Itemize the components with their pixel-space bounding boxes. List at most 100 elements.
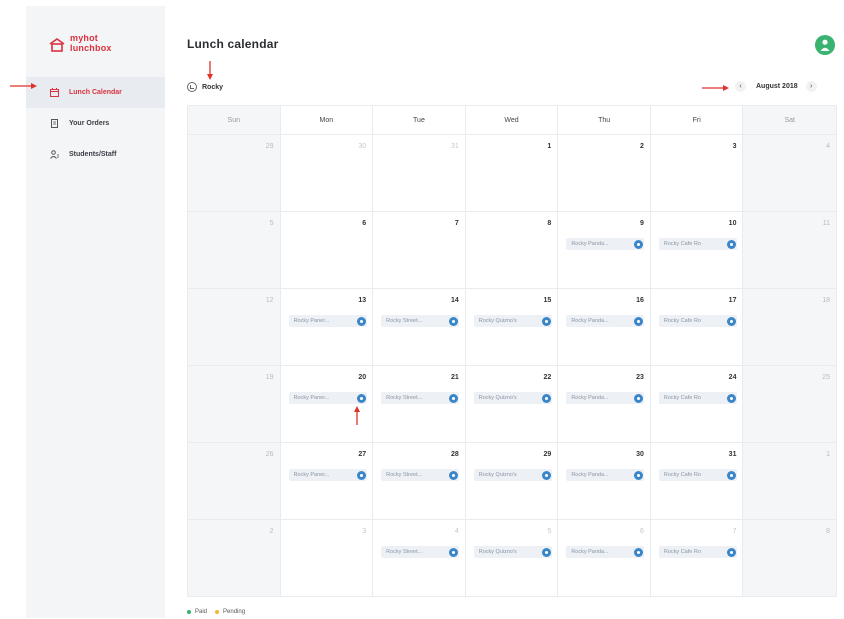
- calendar-day-cell[interactable]: 12: [188, 289, 281, 365]
- calendar-day-cell[interactable]: 22 Rocky Quizno's: [465, 366, 559, 442]
- lunch-order-chip[interactable]: Rocky Quizno's: [473, 469, 552, 481]
- lunch-order-chip[interactable]: Rocky Cafe Ro: [658, 315, 737, 327]
- order-status-icon[interactable]: [449, 547, 459, 557]
- lunch-order-chip[interactable]: Rocky Street...: [381, 469, 460, 481]
- calendar-day-cell[interactable]: 9 Rocky Panda...: [558, 212, 651, 288]
- sidebar-item-students-staff[interactable]: Students/Staff: [26, 139, 165, 170]
- child-selector[interactable]: Rocky: [187, 82, 223, 92]
- lunch-order-chip[interactable]: Rocky Panda...: [566, 238, 645, 250]
- calendar-day-cell[interactable]: 1: [743, 443, 837, 519]
- calendar-day-cell[interactable]: 26: [188, 443, 281, 519]
- lunch-order-chip[interactable]: Rocky Cafe Ro: [658, 546, 737, 558]
- lunch-order-chip[interactable]: Rocky Panda...: [566, 392, 645, 404]
- calendar-day-cell[interactable]: 30 Rocky Panda...: [558, 443, 651, 519]
- calendar-day-cell[interactable]: 8: [743, 520, 837, 596]
- order-status-icon[interactable]: [634, 547, 644, 557]
- day-number: 28: [450, 451, 459, 458]
- lunch-order-chip[interactable]: Rocky Panda...: [566, 469, 645, 481]
- calendar-day-cell[interactable]: 29 Rocky Quizno's: [465, 443, 559, 519]
- calendar-day-cell[interactable]: 6: [280, 212, 374, 288]
- order-status-icon[interactable]: [726, 239, 736, 249]
- lunch-order-chip[interactable]: Rocky Panda...: [566, 315, 645, 327]
- lunch-order-chip[interactable]: Rocky Cafe Ro: [658, 392, 737, 404]
- lunch-order-chip[interactable]: Rocky Paner...: [288, 392, 367, 404]
- calendar-day-cell[interactable]: 2: [558, 135, 651, 211]
- order-status-icon[interactable]: [541, 316, 551, 326]
- lunch-order-chip[interactable]: Rocky Street...: [381, 392, 460, 404]
- annotation-arrow-child: [207, 61, 213, 80]
- brand-logo[interactable]: myhot lunchbox: [48, 32, 138, 58]
- order-status-icon[interactable]: [726, 547, 736, 557]
- lunch-order-chip[interactable]: Rocky Street...: [381, 315, 460, 327]
- lunch-order-chip[interactable]: Rocky Quizno's: [473, 315, 552, 327]
- calendar-day-cell[interactable]: 7: [373, 212, 466, 288]
- calendar-day-cell[interactable]: 24 Rocky Cafe Ro: [650, 366, 744, 442]
- calendar-day-cell[interactable]: 30: [280, 135, 374, 211]
- lunch-order-chip[interactable]: Rocky Paner...: [288, 469, 367, 481]
- order-status-icon[interactable]: [726, 470, 736, 480]
- calendar-day-cell[interactable]: 31: [373, 135, 466, 211]
- calendar-day-cell[interactable]: 20 Rocky Paner...: [280, 366, 374, 442]
- order-status-icon[interactable]: [449, 316, 459, 326]
- calendar-icon: [50, 88, 59, 97]
- calendar-day-cell[interactable]: 28 Rocky Street...: [373, 443, 466, 519]
- order-status-icon[interactable]: [726, 393, 736, 403]
- calendar-day-cell[interactable]: 11: [743, 212, 837, 288]
- order-status-icon[interactable]: [726, 316, 736, 326]
- order-status-icon[interactable]: [449, 470, 459, 480]
- sidebar-item-label: Lunch Calendar: [69, 89, 122, 96]
- lunch-order-chip[interactable]: Rocky Quizno's: [473, 546, 552, 558]
- calendar-day-cell[interactable]: 8: [465, 212, 559, 288]
- calendar-day-cell[interactable]: 23 Rocky Panda...: [558, 366, 651, 442]
- lunch-order-chip[interactable]: Rocky Cafe Ro: [658, 238, 737, 250]
- order-status-icon[interactable]: [634, 316, 644, 326]
- calendar-day-cell[interactable]: 31 Rocky Cafe Ro: [650, 443, 744, 519]
- order-status-icon[interactable]: [449, 393, 459, 403]
- calendar-day-cell[interactable]: 15 Rocky Quizno's: [465, 289, 559, 365]
- order-status-icon[interactable]: [356, 470, 366, 480]
- lunch-order-chip[interactable]: Rocky Quizno's: [473, 392, 552, 404]
- avatar[interactable]: [815, 35, 835, 55]
- calendar-day-cell[interactable]: 19: [188, 366, 281, 442]
- lunch-order-chip[interactable]: Rocky Panda...: [566, 546, 645, 558]
- calendar-day-cell[interactable]: 6 Rocky Panda...: [558, 520, 651, 596]
- sidebar-item-your-orders[interactable]: Your Orders: [26, 108, 165, 139]
- calendar-day-cell[interactable]: 18: [743, 289, 837, 365]
- calendar-day-cell[interactable]: 3: [280, 520, 374, 596]
- lunch-order-chip[interactable]: Rocky Cafe Ro: [658, 469, 737, 481]
- order-status-icon[interactable]: [541, 547, 551, 557]
- calendar-day-cell[interactable]: 13 Rocky Paner...: [280, 289, 374, 365]
- calendar-day-cell[interactable]: 10 Rocky Cafe Ro: [650, 212, 744, 288]
- calendar-day-cell[interactable]: 3: [650, 135, 744, 211]
- calendar-day-cell[interactable]: 29: [188, 135, 281, 211]
- lunch-order-chip[interactable]: Rocky Paner...: [288, 315, 367, 327]
- calendar-day-cell[interactable]: 5: [188, 212, 281, 288]
- calendar-day-cell[interactable]: 4: [743, 135, 837, 211]
- calendar-day-cell[interactable]: 7 Rocky Cafe Ro: [650, 520, 744, 596]
- calendar-day-cell[interactable]: 25: [743, 366, 837, 442]
- order-status-icon[interactable]: [541, 393, 551, 403]
- sidebar-item-lunch-calendar[interactable]: Lunch Calendar: [26, 77, 165, 108]
- order-status-icon[interactable]: [356, 393, 366, 403]
- order-status-icon[interactable]: [356, 316, 366, 326]
- calendar-day-cell[interactable]: 17 Rocky Cafe Ro: [650, 289, 744, 365]
- next-month-button[interactable]: ›: [805, 81, 817, 92]
- prev-month-button[interactable]: ‹: [735, 81, 746, 92]
- brand-name: myhot lunchbox: [70, 33, 112, 53]
- lunch-order-chip[interactable]: Rocky Street...: [381, 546, 460, 558]
- calendar-day-cell[interactable]: 4 Rocky Street...: [373, 520, 466, 596]
- calendar-day-cell[interactable]: 27 Rocky Paner...: [280, 443, 374, 519]
- weekday-wed: Wed: [465, 106, 559, 134]
- calendar-day-cell[interactable]: 1: [465, 135, 559, 211]
- order-status-icon[interactable]: [634, 470, 644, 480]
- calendar-day-cell[interactable]: 21 Rocky Street...: [373, 366, 466, 442]
- calendar-day-cell[interactable]: 5 Rocky Quizno's: [465, 520, 559, 596]
- calendar-day-cell[interactable]: 14 Rocky Street...: [373, 289, 466, 365]
- calendar-day-cell[interactable]: 2: [188, 520, 281, 596]
- order-status-icon[interactable]: [541, 470, 551, 480]
- order-status-icon[interactable]: [634, 239, 644, 249]
- day-number: 29: [265, 143, 274, 150]
- calendar-day-cell[interactable]: 16 Rocky Panda...: [558, 289, 651, 365]
- order-status-icon[interactable]: [634, 393, 644, 403]
- day-number: 3: [362, 528, 367, 535]
